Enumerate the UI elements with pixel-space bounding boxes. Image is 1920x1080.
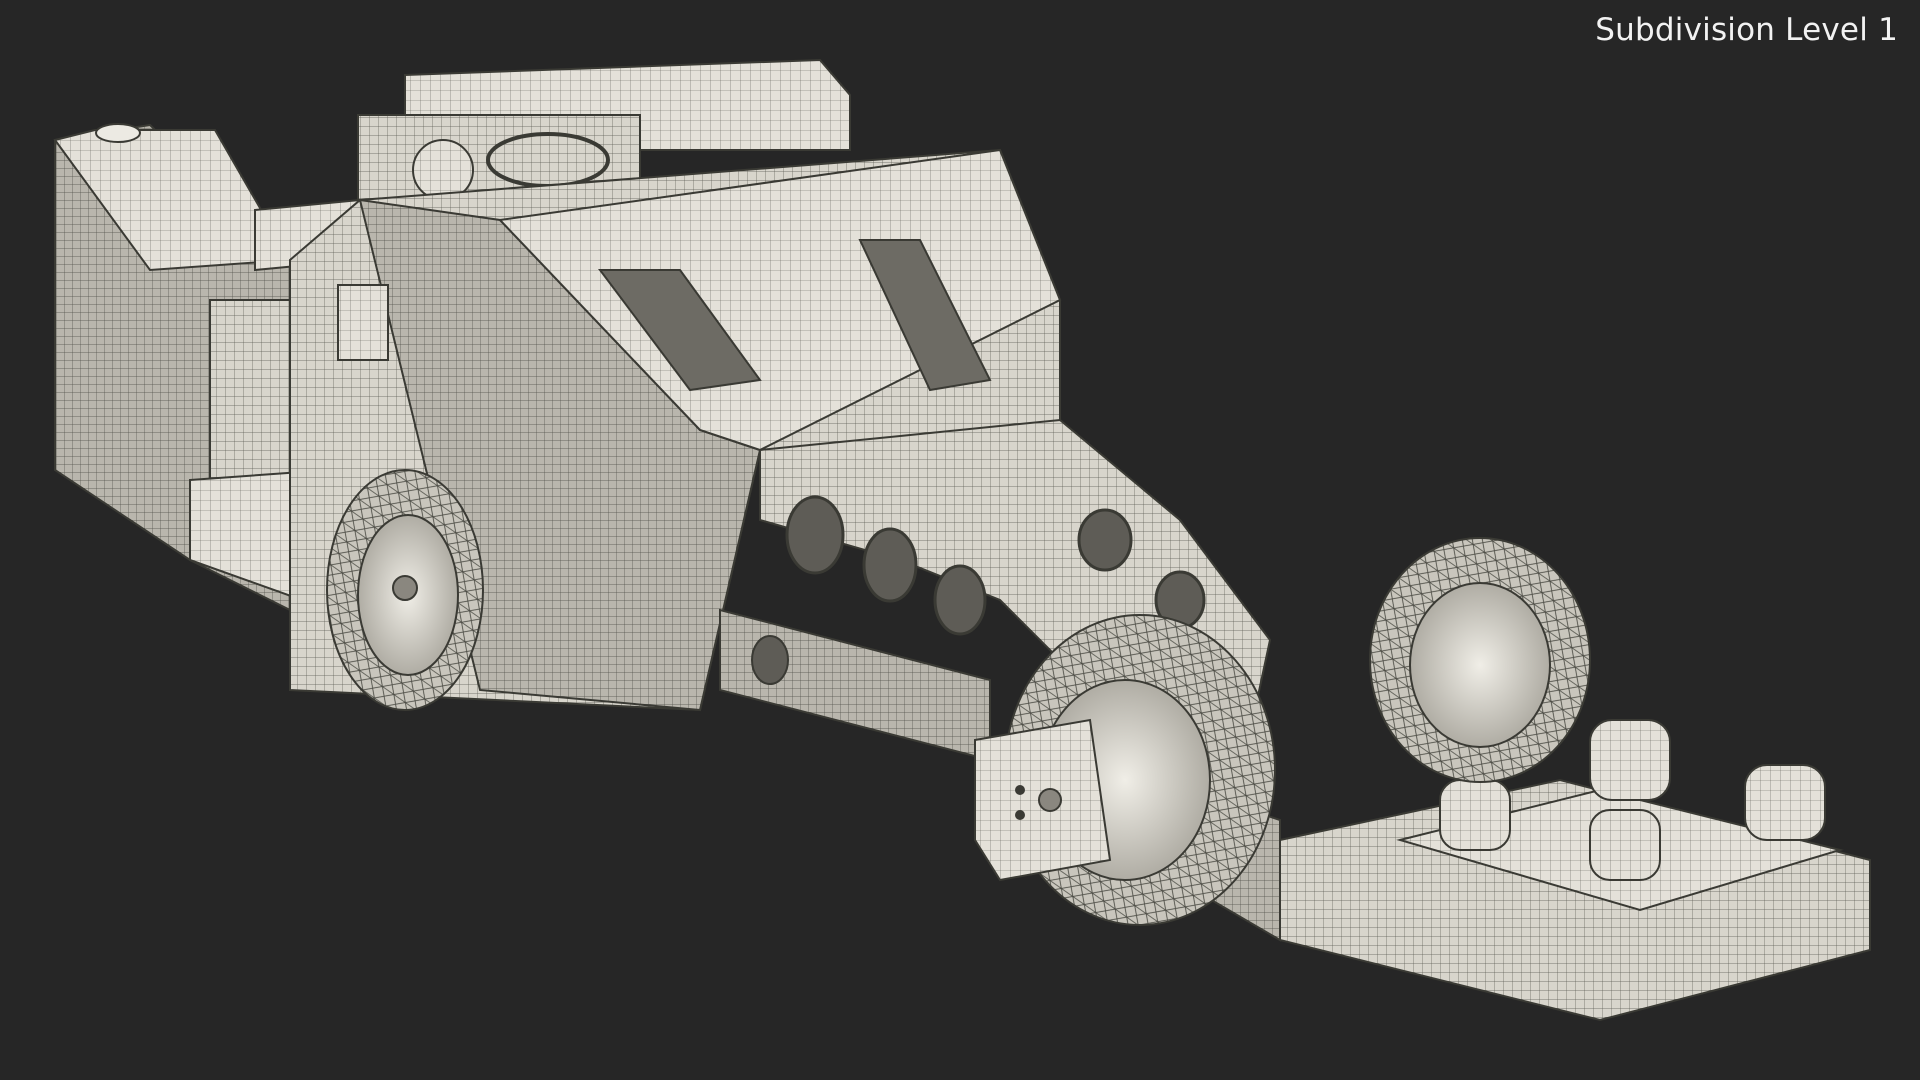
render-viewport: Subdivision Level 1 bbox=[0, 0, 1920, 1080]
front-left-wheel bbox=[974, 614, 1276, 926]
rear-left-wheel bbox=[326, 469, 484, 711]
wireframe-model-render bbox=[53, 58, 1871, 1022]
front-right-wheel bbox=[1369, 537, 1591, 783]
rear-cab-block bbox=[53, 123, 331, 612]
